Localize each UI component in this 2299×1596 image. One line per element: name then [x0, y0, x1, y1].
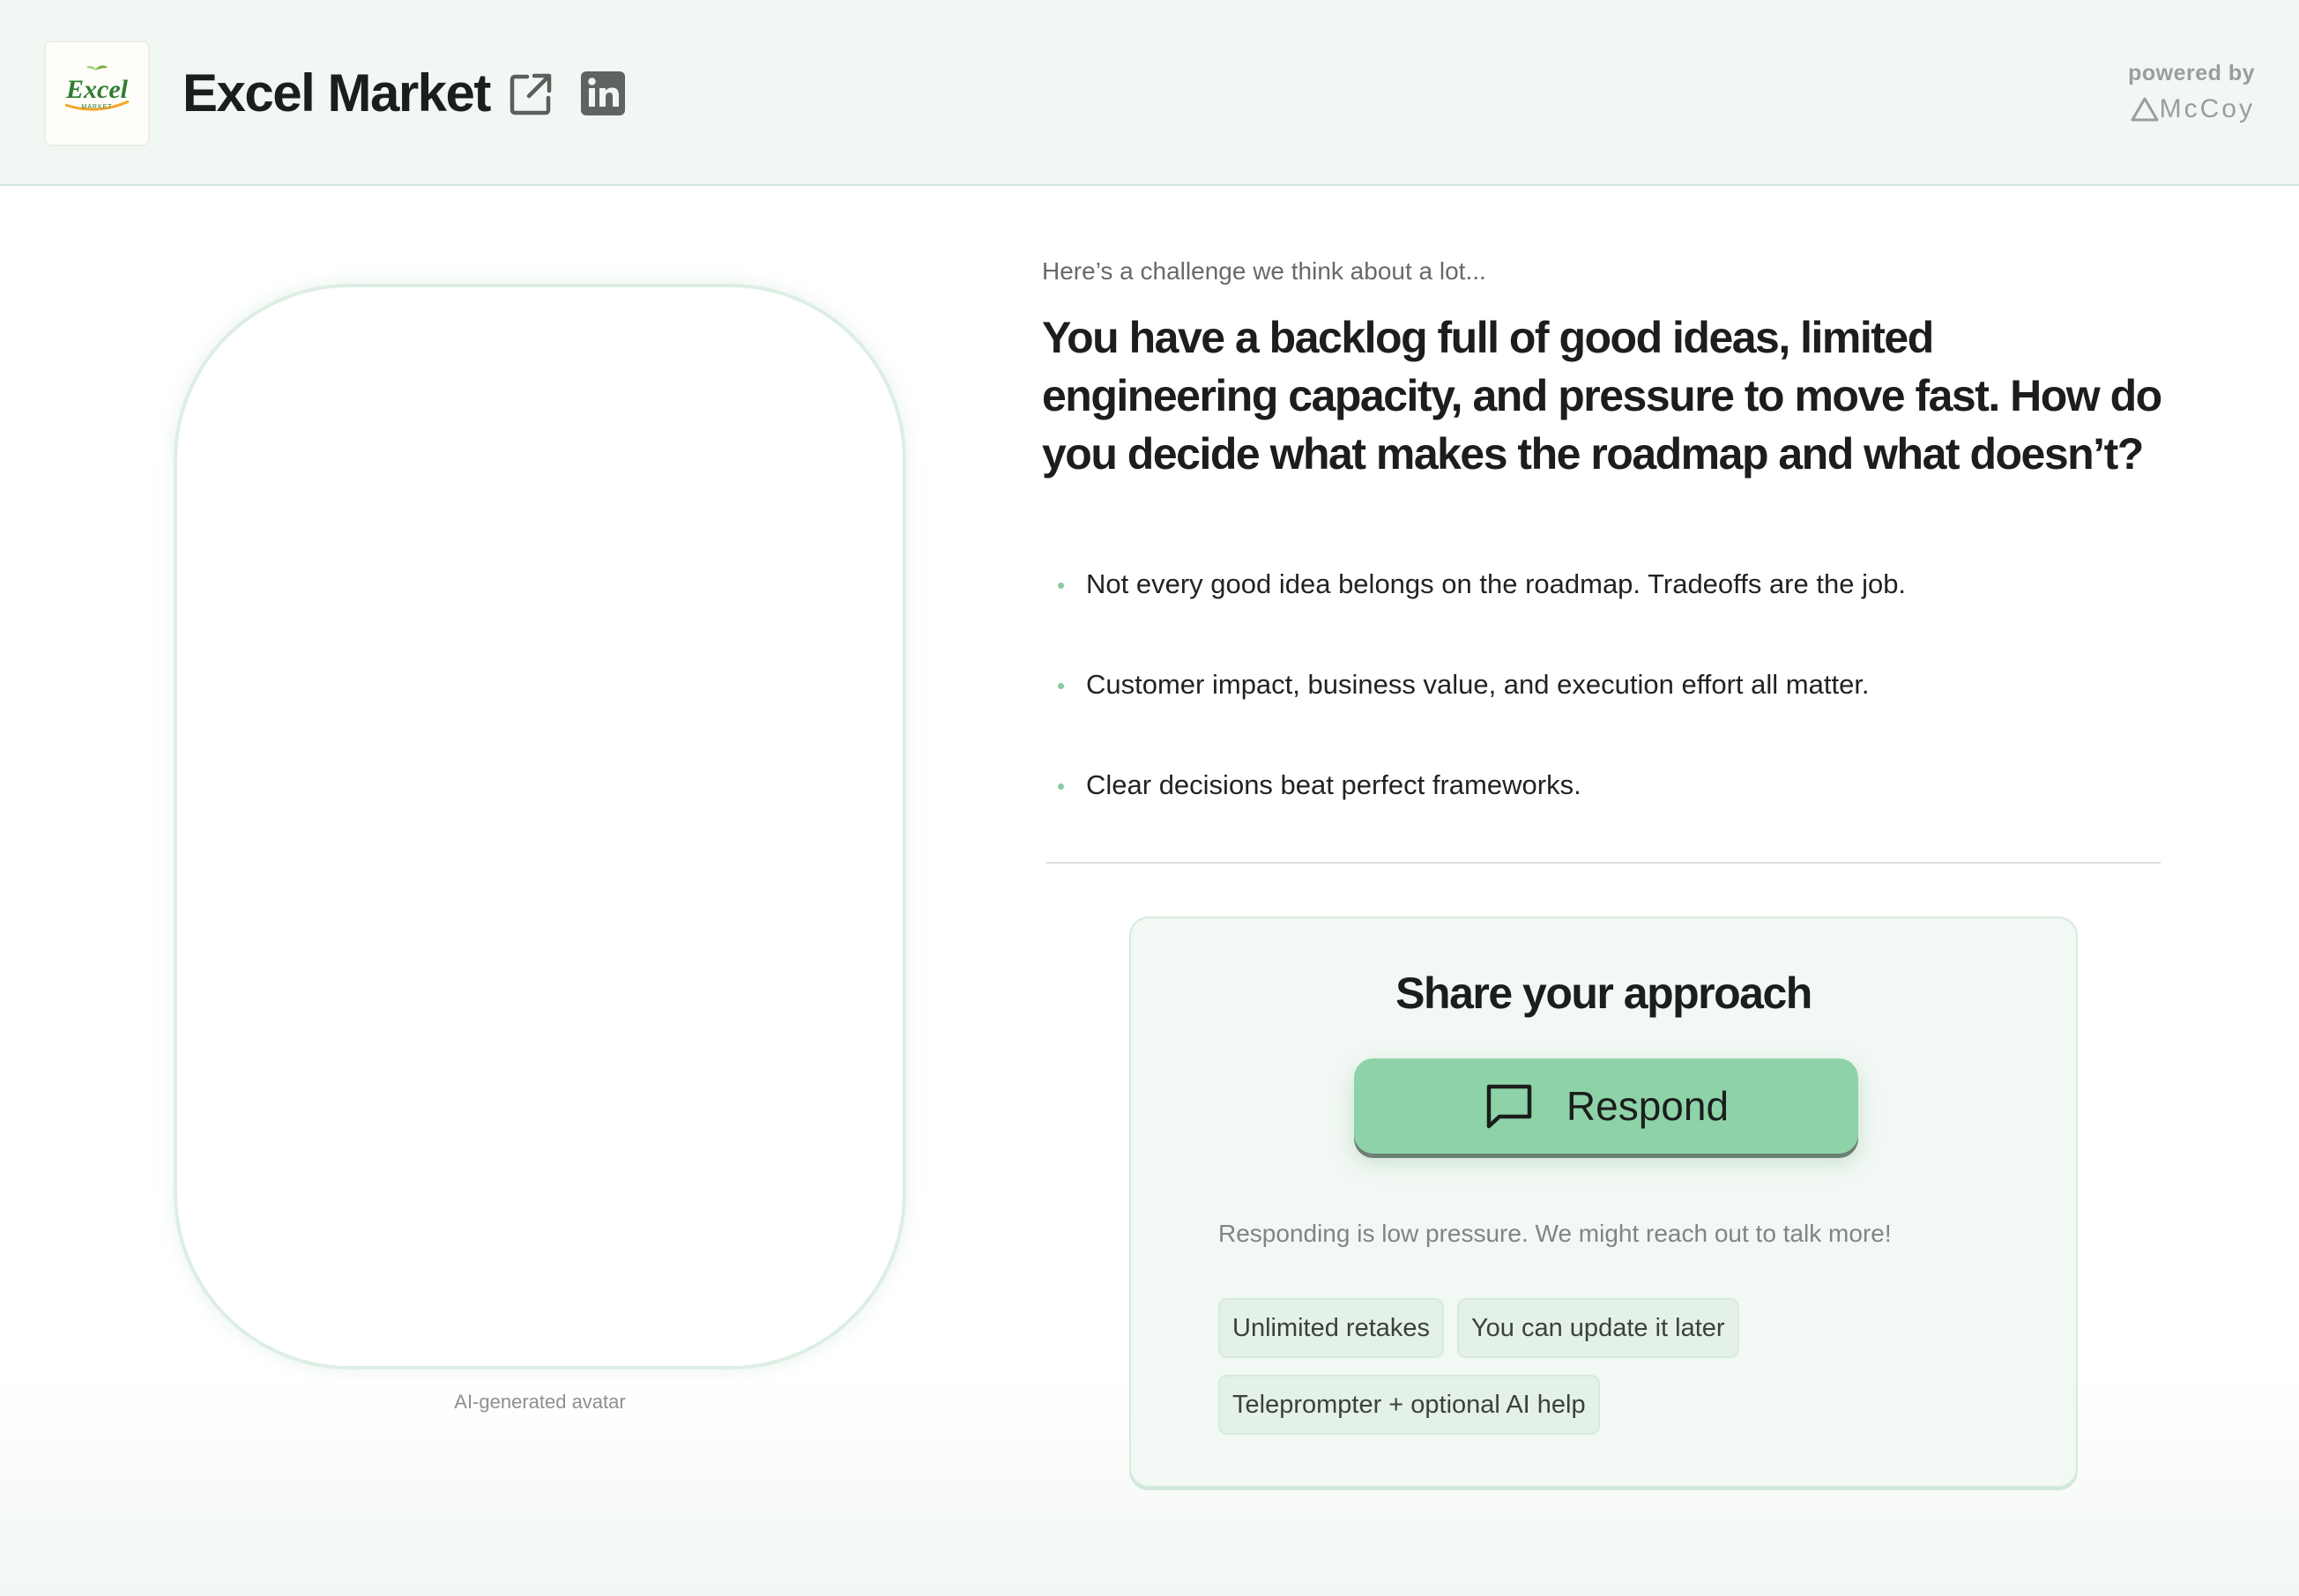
challenge-intro: Here’s a challenge we think about a lot.… [1042, 257, 1486, 285]
tag-update-later: You can update it later [1457, 1298, 1739, 1358]
key-point: Not every good idea belongs on the roadm… [1042, 560, 1906, 661]
avatar-video-frame[interactable] [174, 284, 906, 1370]
low-pressure-note: Responding is low pressure. We might rea… [1218, 1220, 1892, 1247]
card-title: Share your approach [1395, 969, 1812, 1018]
external-link-icon[interactable] [508, 71, 554, 117]
mccoy-triangle-icon [2131, 97, 2159, 122]
challenge-question: You have a backlog full of good ideas, l… [1042, 313, 2162, 479]
tag-unlimited-retakes: Unlimited retakes [1218, 1298, 1445, 1358]
linkedin-icon[interactable] [580, 71, 626, 116]
respond-button[interactable]: Respond [1354, 1058, 1858, 1154]
key-point: Clear decisions beat perfect frameworks. [1042, 761, 1906, 862]
chat-bubble-icon [1486, 1084, 1532, 1129]
key-points-list: Not every good idea belongs on the roadm… [1042, 560, 1906, 862]
company-name: Excel Market [182, 63, 491, 122]
mccoy-brand-label: McCoy [2159, 94, 2255, 123]
svg-text:Excel: Excel [65, 75, 129, 104]
powered-by-label: powered by [2128, 61, 2255, 85]
tag-teleprompter: Teleprompter + optional AI help [1218, 1375, 1600, 1435]
company-logo[interactable]: Excel MARKET [44, 41, 150, 146]
header-bar: Excel MARKET Excel Market powered by McC… [0, 0, 2299, 186]
excel-market-logo-icon: Excel MARKET [64, 65, 130, 111]
powered-by: powered by McCoy [2128, 60, 2255, 127]
svg-text:MARKET: MARKET [81, 104, 112, 110]
mccoy-brand[interactable]: McCoy [2128, 92, 2255, 127]
section-divider [1046, 862, 2161, 864]
respond-button-label: Respond [1566, 1083, 1730, 1129]
key-point: Customer impact, business value, and exe… [1042, 661, 1906, 761]
avatar-caption: AI-generated avatar [454, 1391, 626, 1413]
response-card: Share your approach Respond Responding i… [1129, 917, 2078, 1488]
